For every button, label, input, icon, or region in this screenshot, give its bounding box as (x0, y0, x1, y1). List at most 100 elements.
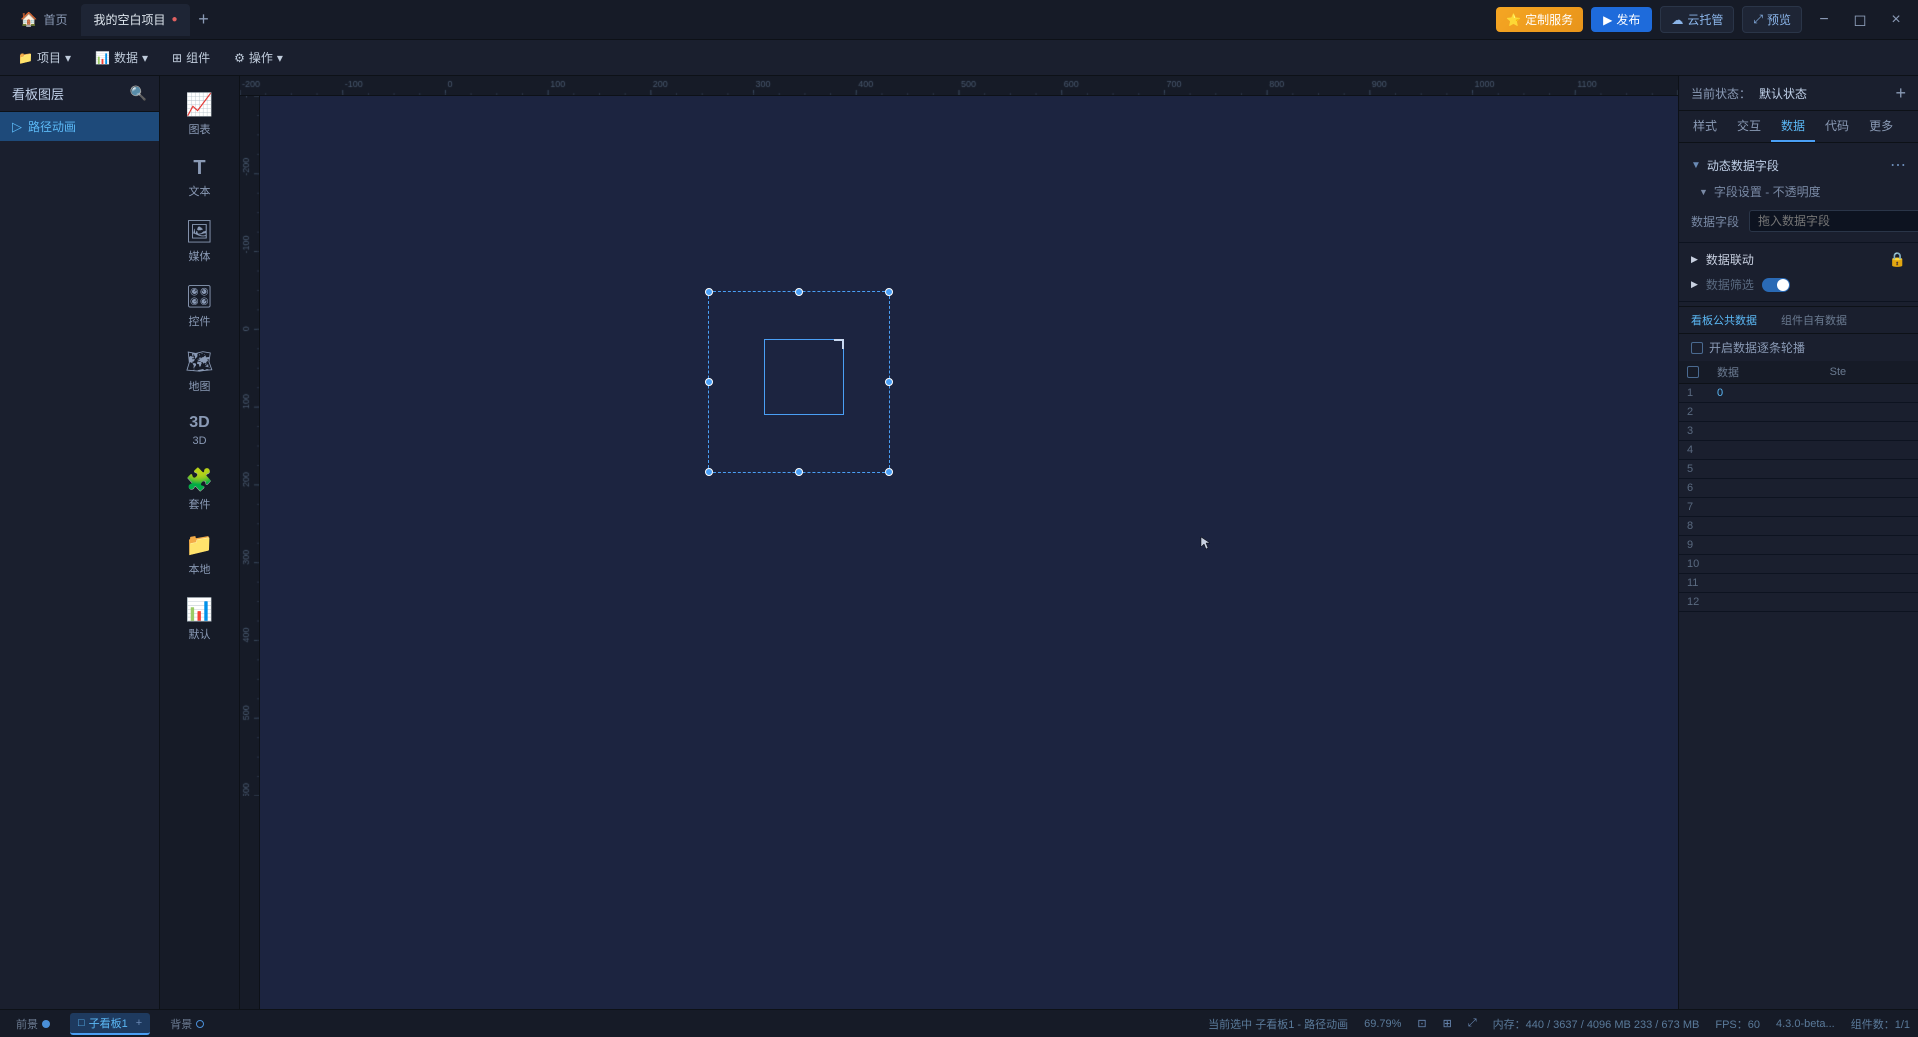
project-tab[interactable]: 我的空白项目 ● (81, 4, 189, 36)
tab-data[interactable]: 数据 (1771, 111, 1815, 142)
canvas-drawing-area[interactable] (260, 96, 1678, 1009)
tab-style[interactable]: 样式 (1683, 111, 1727, 142)
handle-bottom-left[interactable] (705, 468, 713, 476)
widget-map[interactable]: 🗺 地图 (166, 341, 234, 402)
grid-icon[interactable]: ⊞ (1443, 1017, 1452, 1030)
tab-front[interactable]: 前景 (8, 1014, 58, 1034)
col-header-checkbox (1679, 361, 1709, 384)
tab-interact[interactable]: 交互 (1727, 111, 1771, 142)
section-more-icon[interactable]: ⋯ (1890, 155, 1906, 175)
widget-3d[interactable]: 3D 3D (166, 406, 234, 455)
row-extra (1822, 593, 1918, 612)
widget-text[interactable]: T 文本 (166, 149, 234, 207)
row-number: 12 (1679, 593, 1709, 612)
zoom-level: 69.79% (1364, 1018, 1401, 1030)
widget-media[interactable]: 🖼 媒体 (166, 211, 234, 272)
row-value (1709, 479, 1822, 498)
cloud-button[interactable]: ☁ 云托管 (1660, 6, 1734, 33)
data-field-label: 数据字段 (1691, 213, 1741, 230)
data-filter-toggle[interactable] (1762, 278, 1790, 292)
row-value (1709, 574, 1822, 593)
minimize-button[interactable]: − (1810, 6, 1838, 34)
right-panel-content: ▼ 动态数据字段 ⋯ ▼ 字段设置 - 不透明度 数据字段 ▶ 数据联动 (1679, 143, 1918, 1009)
data-filter-row[interactable]: ▶ 数据筛选 (1679, 272, 1918, 297)
add-tab-button[interactable]: + (192, 8, 216, 32)
canvas-background (260, 96, 1678, 1009)
right-panel-header: 当前状态： 默认状态 + (1679, 76, 1918, 111)
row-extra (1822, 403, 1918, 422)
handle-bottom-center[interactable] (795, 468, 803, 476)
version-info: 4.3.0-beta... (1776, 1018, 1835, 1030)
canvas-area[interactable] (240, 76, 1678, 1009)
search-icon[interactable]: 🔍 (130, 85, 147, 102)
menu-project[interactable]: 📁 项目 ▾ (8, 45, 81, 70)
table-row: 1 0 (1679, 384, 1918, 403)
preview-button[interactable]: ⤢ 预览 (1742, 6, 1802, 33)
selection-box[interactable] (708, 291, 890, 473)
handle-top-right[interactable] (885, 288, 893, 296)
divider (1679, 242, 1918, 243)
row-value (1709, 555, 1822, 574)
data-icon: 📊 (95, 51, 110, 65)
row-extra (1822, 441, 1918, 460)
select-all-checkbox[interactable] (1687, 366, 1699, 378)
row-number: 6 (1679, 479, 1709, 498)
data-linkage-row[interactable]: ▶ 数据联动 🔒 (1679, 247, 1918, 272)
row-value: 0 (1709, 384, 1822, 403)
tab-child-board[interactable]: □ 子看板1 + (70, 1013, 150, 1035)
layer-item-path-animation[interactable]: ▷ 路径动画 (0, 112, 159, 141)
corner-indicator (834, 339, 844, 349)
add-state-button[interactable]: + (1895, 84, 1906, 102)
publish-button[interactable]: ▶ 发布 (1591, 7, 1652, 32)
widget-chart[interactable]: 📈 图表 (166, 84, 234, 145)
close-button[interactable]: × (1882, 6, 1910, 34)
row-value (1709, 593, 1822, 612)
table-row: 7 (1679, 498, 1918, 517)
widget-control[interactable]: 🎛 控件 (166, 276, 234, 337)
table-row: 8 (1679, 517, 1918, 536)
widget-local[interactable]: 📁 本地 (166, 524, 234, 585)
layer-type-icon: ▷ (12, 119, 22, 135)
tab-component-own-data[interactable]: 组件自有数据 (1769, 307, 1859, 333)
control-icon: 🎛 (186, 284, 214, 310)
dynamic-data-section[interactable]: ▼ 动态数据字段 ⋯ (1679, 151, 1918, 179)
widget-default[interactable]: 📊 默认 (166, 589, 234, 650)
canvas-content[interactable] (240, 96, 1678, 1009)
menu-bar: 📁 项目 ▾ 📊 数据 ▾ ⊞ 组件 ⚙ 操作 ▾ (0, 40, 1918, 76)
chevron-right-icon: ▼ (1699, 187, 1708, 197)
handle-top-left[interactable] (705, 288, 713, 296)
home-tab[interactable]: 🏠 首页 (8, 4, 79, 36)
tab-background[interactable]: 背景 (162, 1014, 212, 1034)
horizontal-ruler (240, 76, 1678, 96)
menu-components[interactable]: ⊞ 组件 (162, 45, 220, 70)
fps-info: FPS：60 (1715, 1016, 1760, 1032)
memory-info: 内存：440 / 3637 / 4096 MB 233 / 673 MB (1493, 1016, 1700, 1032)
handle-top-center[interactable] (795, 288, 803, 296)
add-tab-icon[interactable]: + (136, 1017, 142, 1029)
restore-button[interactable]: ◻ (1846, 6, 1874, 34)
handle-middle-left[interactable] (705, 378, 713, 386)
fit-screen-icon[interactable]: ⊡ (1417, 1017, 1426, 1030)
row-extra (1822, 460, 1918, 479)
circle-indicator (42, 1020, 50, 1028)
field-settings-subsection[interactable]: ▼ 字段设置 - 不透明度 (1679, 179, 1918, 204)
handle-bottom-right[interactable] (885, 468, 893, 476)
widget-kit[interactable]: 🧩 套件 (166, 459, 234, 520)
title-bar-actions: ⭐ 定制服务 ▶ 发布 ☁ 云托管 ⤢ 预览 − ◻ × (1496, 6, 1910, 34)
chevron-right-icon: ▶ (1691, 254, 1698, 265)
fullscreen-icon[interactable]: ⤢ (1468, 1017, 1477, 1030)
menu-operations[interactable]: ⚙ 操作 ▾ (224, 45, 293, 70)
tab-more[interactable]: 更多 (1859, 111, 1903, 142)
tab-code[interactable]: 代码 (1815, 111, 1859, 142)
media-icon: 🖼 (186, 219, 214, 245)
handle-middle-right[interactable] (885, 378, 893, 386)
3d-icon: 3D (189, 414, 209, 432)
canvas-status: 当前选中 子看板1 - 路径动画 (1208, 1016, 1348, 1032)
customize-button[interactable]: ⭐ 定制服务 (1496, 7, 1583, 32)
rotation-checkbox[interactable] (1691, 342, 1703, 354)
menu-data[interactable]: 📊 数据 ▾ (85, 45, 158, 70)
component-icon: ⊞ (172, 51, 182, 65)
tab-board-public-data[interactable]: 看板公共数据 (1679, 307, 1769, 333)
project-icon: 📁 (18, 51, 33, 65)
data-field-input[interactable] (1749, 210, 1918, 232)
